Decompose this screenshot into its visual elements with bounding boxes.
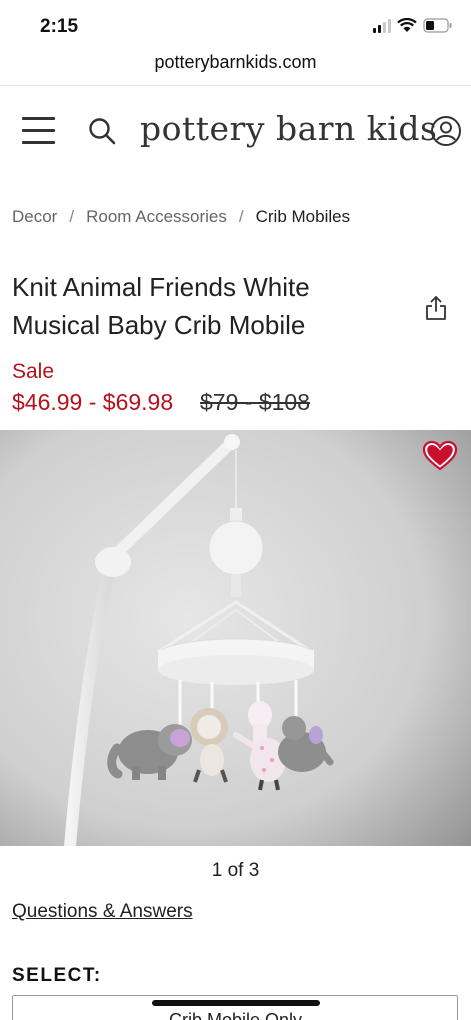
carousel-counter: 1 of 3 (211, 860, 260, 881)
favorite-heart-icon[interactable] (422, 440, 458, 472)
breadcrumb-decor[interactable]: Decor (12, 207, 57, 227)
url-text: potterybarnkids.com (154, 52, 317, 72)
breadcrumb-crib-mobiles[interactable]: Crib Mobiles (256, 207, 350, 227)
product-image[interactable] (0, 430, 471, 846)
wifi-icon (397, 18, 417, 32)
breadcrumb: Decor / Room Accessories / Crib Mobiles (12, 207, 350, 227)
status-icons (373, 18, 453, 33)
site-logo[interactable]: pottery barn kids (140, 109, 437, 148)
url-bar[interactable]: potterybarnkids.com (0, 52, 471, 86)
share-icon[interactable] (425, 295, 447, 321)
breadcrumb-separator: / (69, 207, 75, 226)
questions-answers-link[interactable]: Questions & Answers (12, 901, 193, 923)
home-indicator (152, 1000, 320, 1006)
crib-mobile-illustration (0, 430, 471, 846)
account-icon[interactable] (430, 115, 462, 147)
original-price: $79 - $108 (200, 389, 310, 415)
sale-label: Sale (12, 360, 55, 383)
signal-icon (373, 18, 391, 33)
status-time: 2:15 (40, 16, 79, 37)
breadcrumb-separator: / (238, 207, 244, 226)
product-title: Knit Animal Friends White Musical Baby C… (12, 272, 310, 340)
breadcrumb-room-accessories[interactable]: Room Accessories (86, 207, 227, 227)
search-icon[interactable] (88, 117, 116, 145)
select-value: Crib Mobile Only (168, 1010, 303, 1020)
menu-icon[interactable] (22, 117, 55, 145)
select-label: SELECT: (12, 965, 102, 986)
status-bar: 2:15 (0, 0, 471, 52)
battery-icon (423, 18, 452, 33)
sale-price: $46.99 - $69.98 (12, 389, 174, 415)
site-header: pottery barn kids (0, 87, 471, 179)
